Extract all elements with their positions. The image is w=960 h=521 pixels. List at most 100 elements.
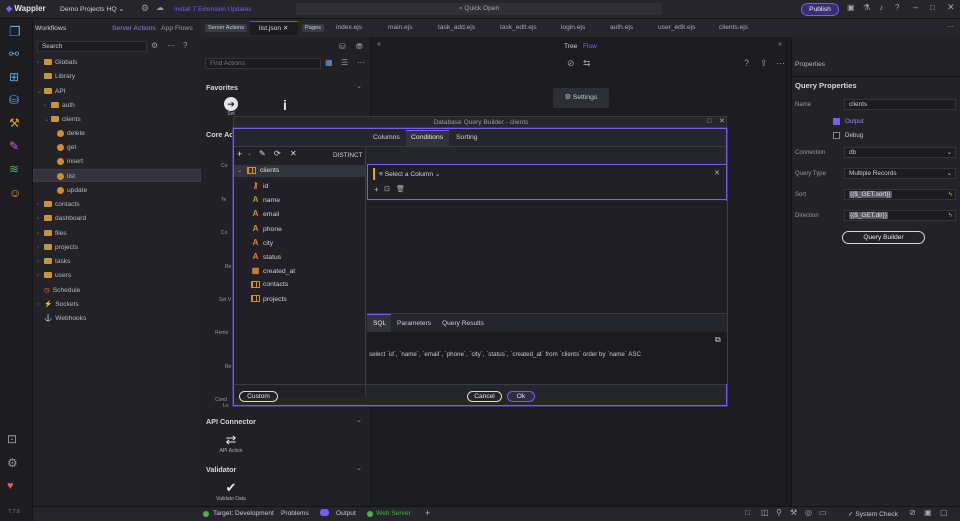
tree-webhooks[interactable]: ⚓ Webhooks: [33, 312, 201, 325]
heart-icon[interactable]: ♥: [7, 481, 14, 492]
lightning-icon[interactable]: ϟ: [949, 211, 952, 221]
tab-login-ejs[interactable]: login.ejs: [552, 21, 585, 35]
tree-auth[interactable]: › auth: [33, 99, 201, 112]
help-icon[interactable]: ?: [183, 42, 187, 50]
bell-icon[interactable]: ♪: [879, 4, 883, 12]
tab-main-ejs[interactable]: main.ejs: [379, 21, 413, 35]
compass-icon[interactable]: ◎: [805, 509, 812, 517]
chevron-left-icon[interactable]: «: [377, 41, 381, 48]
copy-icon[interactable]: ⧉: [715, 336, 721, 344]
cancel-button[interactable]: Cancel: [467, 391, 502, 402]
plus-icon[interactable]: +: [237, 150, 242, 159]
tab-index-ejs[interactable]: index.ejs: [327, 21, 362, 35]
column-item-projects[interactable]: projects: [251, 293, 381, 307]
tree-clients[interactable]: ⌄ clients: [33, 113, 201, 126]
tree-projects[interactable]: › projects: [33, 241, 201, 254]
chevron-down-icon[interactable]: ⌄: [356, 82, 362, 90]
tree-update[interactable]: update: [33, 184, 201, 197]
grid-view-icon[interactable]: ▦: [325, 59, 333, 67]
set-value-item[interactable]: ➜ Set: [213, 97, 249, 117]
help-icon[interactable]: ?: [744, 59, 749, 68]
sync-icon[interactable]: ⊘: [909, 509, 916, 517]
debug-checkbox[interactable]: [833, 132, 840, 139]
layout-icon[interactable]: ▣: [924, 509, 932, 517]
tab-task-edit-ejs[interactable]: task_edit.ejs: [491, 21, 537, 35]
column-item-email[interactable]: Aemail: [251, 207, 381, 221]
tree-list[interactable]: list: [33, 169, 201, 182]
remove-icon[interactable]: ✕: [714, 170, 720, 177]
monitor-icon[interactable]: ▭: [819, 509, 827, 517]
help-icon[interactable]: ?: [895, 4, 899, 12]
close-icon[interactable]: ✕: [947, 3, 955, 12]
chevron-down-icon[interactable]: ⌄: [247, 151, 252, 157]
tab-app-flows[interactable]: App Flows: [161, 25, 193, 32]
add-icon[interactable]: +: [425, 509, 430, 518]
workflow-search-input[interactable]: Search: [37, 41, 147, 52]
tab-auth-ejs[interactable]: auth.ejs: [601, 21, 633, 35]
edit-icon[interactable]: ✎: [259, 150, 266, 158]
lightning-icon[interactable]: ϟ: [949, 190, 952, 200]
gear-icon[interactable]: ⚙: [141, 4, 149, 13]
find-actions-input[interactable]: Find Actions: [205, 58, 321, 69]
tree-library[interactable]: Library: [33, 70, 201, 83]
chevron-down-icon[interactable]: ⌄: [356, 416, 362, 424]
publish-button[interactable]: Publish: [801, 3, 839, 16]
problems-tab[interactable]: Problems: [281, 510, 309, 517]
project-selector[interactable]: Demo Projects HQ ⌄: [60, 5, 124, 13]
tree-contacts[interactable]: › contacts: [33, 198, 201, 211]
output-checkbox[interactable]: [833, 118, 840, 125]
layout-icon[interactable]: ▣: [847, 4, 855, 12]
more-icon[interactable]: ⋯: [947, 23, 954, 31]
tab-server-actions[interactable]: Server Actions: [112, 25, 156, 32]
settings-icon[interactable]: ⚙: [151, 42, 158, 50]
maximize-icon[interactable]: □: [707, 118, 711, 125]
tree-files[interactable]: › files: [33, 227, 201, 240]
column-item-name[interactable]: Aname: [251, 193, 381, 207]
name-input[interactable]: clients: [844, 99, 956, 110]
column-item-created-at[interactable]: ▦ created_at: [251, 264, 381, 278]
tree-api[interactable]: ⌄ API: [33, 85, 201, 98]
tab-parameters[interactable]: Parameters: [397, 320, 431, 327]
tab-query-results[interactable]: Query Results: [442, 320, 484, 327]
sidebar-icon[interactable]: ◫: [761, 509, 769, 517]
chevron-down-icon[interactable]: ⌄: [237, 167, 242, 174]
sitemap-icon[interactable]: ⊞: [9, 71, 19, 83]
add-condition-icon[interactable]: +: [374, 186, 379, 194]
hammer-icon[interactable]: ⚒: [9, 117, 20, 129]
system-check-button[interactable]: ✓ System Check: [848, 510, 898, 518]
pages-icon[interactable]: ❐: [9, 25, 21, 38]
tree-globals[interactable]: › Globals: [33, 56, 201, 69]
tree-tasks[interactable]: › tasks: [33, 255, 201, 268]
tree-get[interactable]: get: [33, 141, 201, 154]
tree-delete[interactable]: delete: [33, 127, 201, 140]
tab-conditions[interactable]: Conditions: [411, 134, 443, 141]
sort-input[interactable]: {{$_GET.sort}} ϟ: [844, 189, 956, 200]
tab-sorting[interactable]: Sorting: [456, 134, 478, 141]
close-icon[interactable]: ✕: [283, 25, 289, 32]
cloud-icon[interactable]: ☁: [156, 4, 164, 12]
clear-icon[interactable]: ✕: [290, 150, 297, 158]
settings-gear-icon[interactable]: ⚙: [7, 457, 18, 469]
list-view-icon[interactable]: ☰: [341, 59, 348, 67]
tree-insert[interactable]: insert: [33, 155, 201, 168]
info-item[interactable]: i: [267, 97, 303, 113]
minimize-icon[interactable]: –: [913, 3, 918, 12]
more-icon[interactable]: ⋯: [167, 42, 175, 50]
tab-clients-ejs[interactable]: clients.ejs: [710, 21, 748, 35]
more-icon[interactable]: ⋯: [357, 59, 365, 67]
update-notice-link[interactable]: Install 7 Extension Updates: [174, 6, 251, 13]
database-icon[interactable]: ⛁: [9, 94, 19, 106]
validate-data-item[interactable]: ✔ Validate Data: [213, 480, 249, 502]
column-item-contacts[interactable]: contacts: [251, 278, 381, 292]
pin-icon[interactable]: ⚲: [776, 509, 782, 517]
select-column-dropdown[interactable]: ≡ Select a Column ⌄: [379, 170, 440, 178]
settings-step[interactable]: ⚙ Settings: [553, 88, 609, 108]
workflow-icon[interactable]: ⚯: [9, 48, 19, 60]
ok-button[interactable]: Ok: [507, 391, 535, 402]
delete-icon[interactable]: 🗑: [396, 186, 405, 193]
api-action-item[interactable]: ⇄ API Action: [213, 432, 249, 454]
tab-tree[interactable]: Tree: [564, 43, 577, 50]
extensions-icon[interactable]: ⊡: [7, 433, 17, 445]
table-clients-row[interactable]: ⌄ clients: [234, 165, 365, 177]
column-item-id[interactable]: ⚷ id: [251, 179, 381, 193]
